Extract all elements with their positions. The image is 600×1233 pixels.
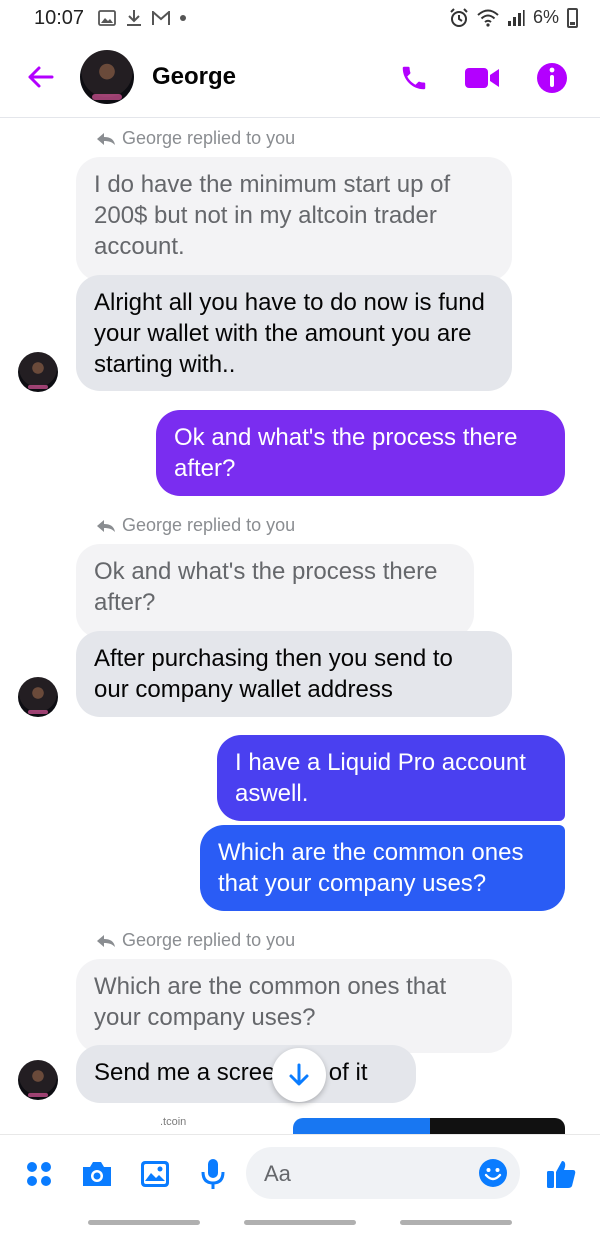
gallery-icon: [141, 1161, 169, 1187]
image-attachment-preview[interactable]: [293, 1118, 430, 1134]
nav-home[interactable]: [244, 1220, 356, 1225]
battery-icon: [567, 7, 578, 28]
quoted-message[interactable]: Ok and what's the process there after?: [76, 544, 474, 638]
message-input-placeholder: Aa: [264, 1161, 291, 1186]
quoted-message[interactable]: Which are the common ones that your comp…: [76, 959, 512, 1053]
info-icon: [537, 63, 567, 93]
contact-name[interactable]: George: [152, 63, 236, 91]
sender-avatar[interactable]: [18, 677, 58, 717]
status-right: 6%: [449, 7, 578, 28]
received-message[interactable]: Alright all you have to do now is fund y…: [76, 275, 512, 391]
emoji-icon[interactable]: [478, 1158, 508, 1188]
reply-icon: [97, 132, 115, 145]
notification-icons: [98, 9, 186, 27]
camera-icon: [83, 1162, 111, 1186]
arrow-down-icon: [289, 1063, 309, 1086]
back-button[interactable]: [24, 60, 58, 94]
mic-icon: [201, 1159, 225, 1189]
nav-back[interactable]: [400, 1220, 512, 1225]
nav-recents[interactable]: [88, 1220, 200, 1225]
sent-message[interactable]: I have a Liquid Pro account aswell.: [217, 735, 565, 821]
received-message[interactable]: Send me a scree hot of it: [76, 1045, 416, 1103]
contact-avatar[interactable]: [80, 50, 134, 104]
battery-percent: 6%: [532, 7, 559, 27]
signal-icon: [507, 9, 525, 26]
video-call-button[interactable]: [464, 60, 500, 96]
reply-note: George replied to you: [96, 930, 295, 951]
voice-message-button[interactable]: [196, 1157, 230, 1191]
gallery-button[interactable]: [138, 1157, 172, 1191]
like-button[interactable]: [544, 1157, 578, 1191]
apps-icon: [27, 1162, 51, 1186]
image-attachment-preview[interactable]: [430, 1118, 565, 1134]
reply-note: George replied to you: [96, 128, 295, 149]
sent-message[interactable]: Ok and what's the process there after?: [156, 410, 565, 496]
system-nav-bar: [0, 1212, 600, 1233]
received-message[interactable]: After purchasing then you send to our co…: [76, 631, 512, 717]
camera-button[interactable]: [80, 1157, 114, 1191]
image-icon: [98, 10, 116, 26]
quoted-message[interactable]: I do have the minimum start up of 200$ b…: [76, 157, 512, 281]
dot-icon: [180, 15, 186, 21]
phone-icon: [402, 66, 426, 90]
message-input[interactable]: Aa: [246, 1147, 520, 1199]
like-icon: [547, 1161, 576, 1188]
reply-icon: [97, 519, 115, 532]
scroll-to-bottom-button[interactable]: [272, 1048, 326, 1102]
message-composer: Aa: [0, 1134, 600, 1212]
conversation-header: George: [0, 38, 600, 118]
sender-avatar[interactable]: [18, 1060, 58, 1100]
sent-message[interactable]: Which are the common ones that your comp…: [200, 825, 565, 911]
arrow-left-icon: [28, 66, 54, 88]
gmail-icon: [152, 10, 170, 25]
reply-icon: [97, 934, 115, 947]
voice-call-button[interactable]: [396, 60, 432, 96]
status-time: 10:07: [34, 7, 85, 29]
video-camera-icon: [465, 68, 499, 88]
status-bar: 10:07 6%: [0, 0, 600, 38]
info-button[interactable]: [534, 60, 570, 96]
download-icon: [127, 10, 141, 26]
alarm-icon: [450, 7, 468, 27]
reply-note: George replied to you: [96, 515, 295, 536]
apps-button[interactable]: [22, 1157, 56, 1191]
sender-avatar[interactable]: [18, 352, 58, 392]
attachment-preview-caption: .tcoin: [160, 1116, 187, 1128]
wifi-icon: [477, 9, 499, 27]
